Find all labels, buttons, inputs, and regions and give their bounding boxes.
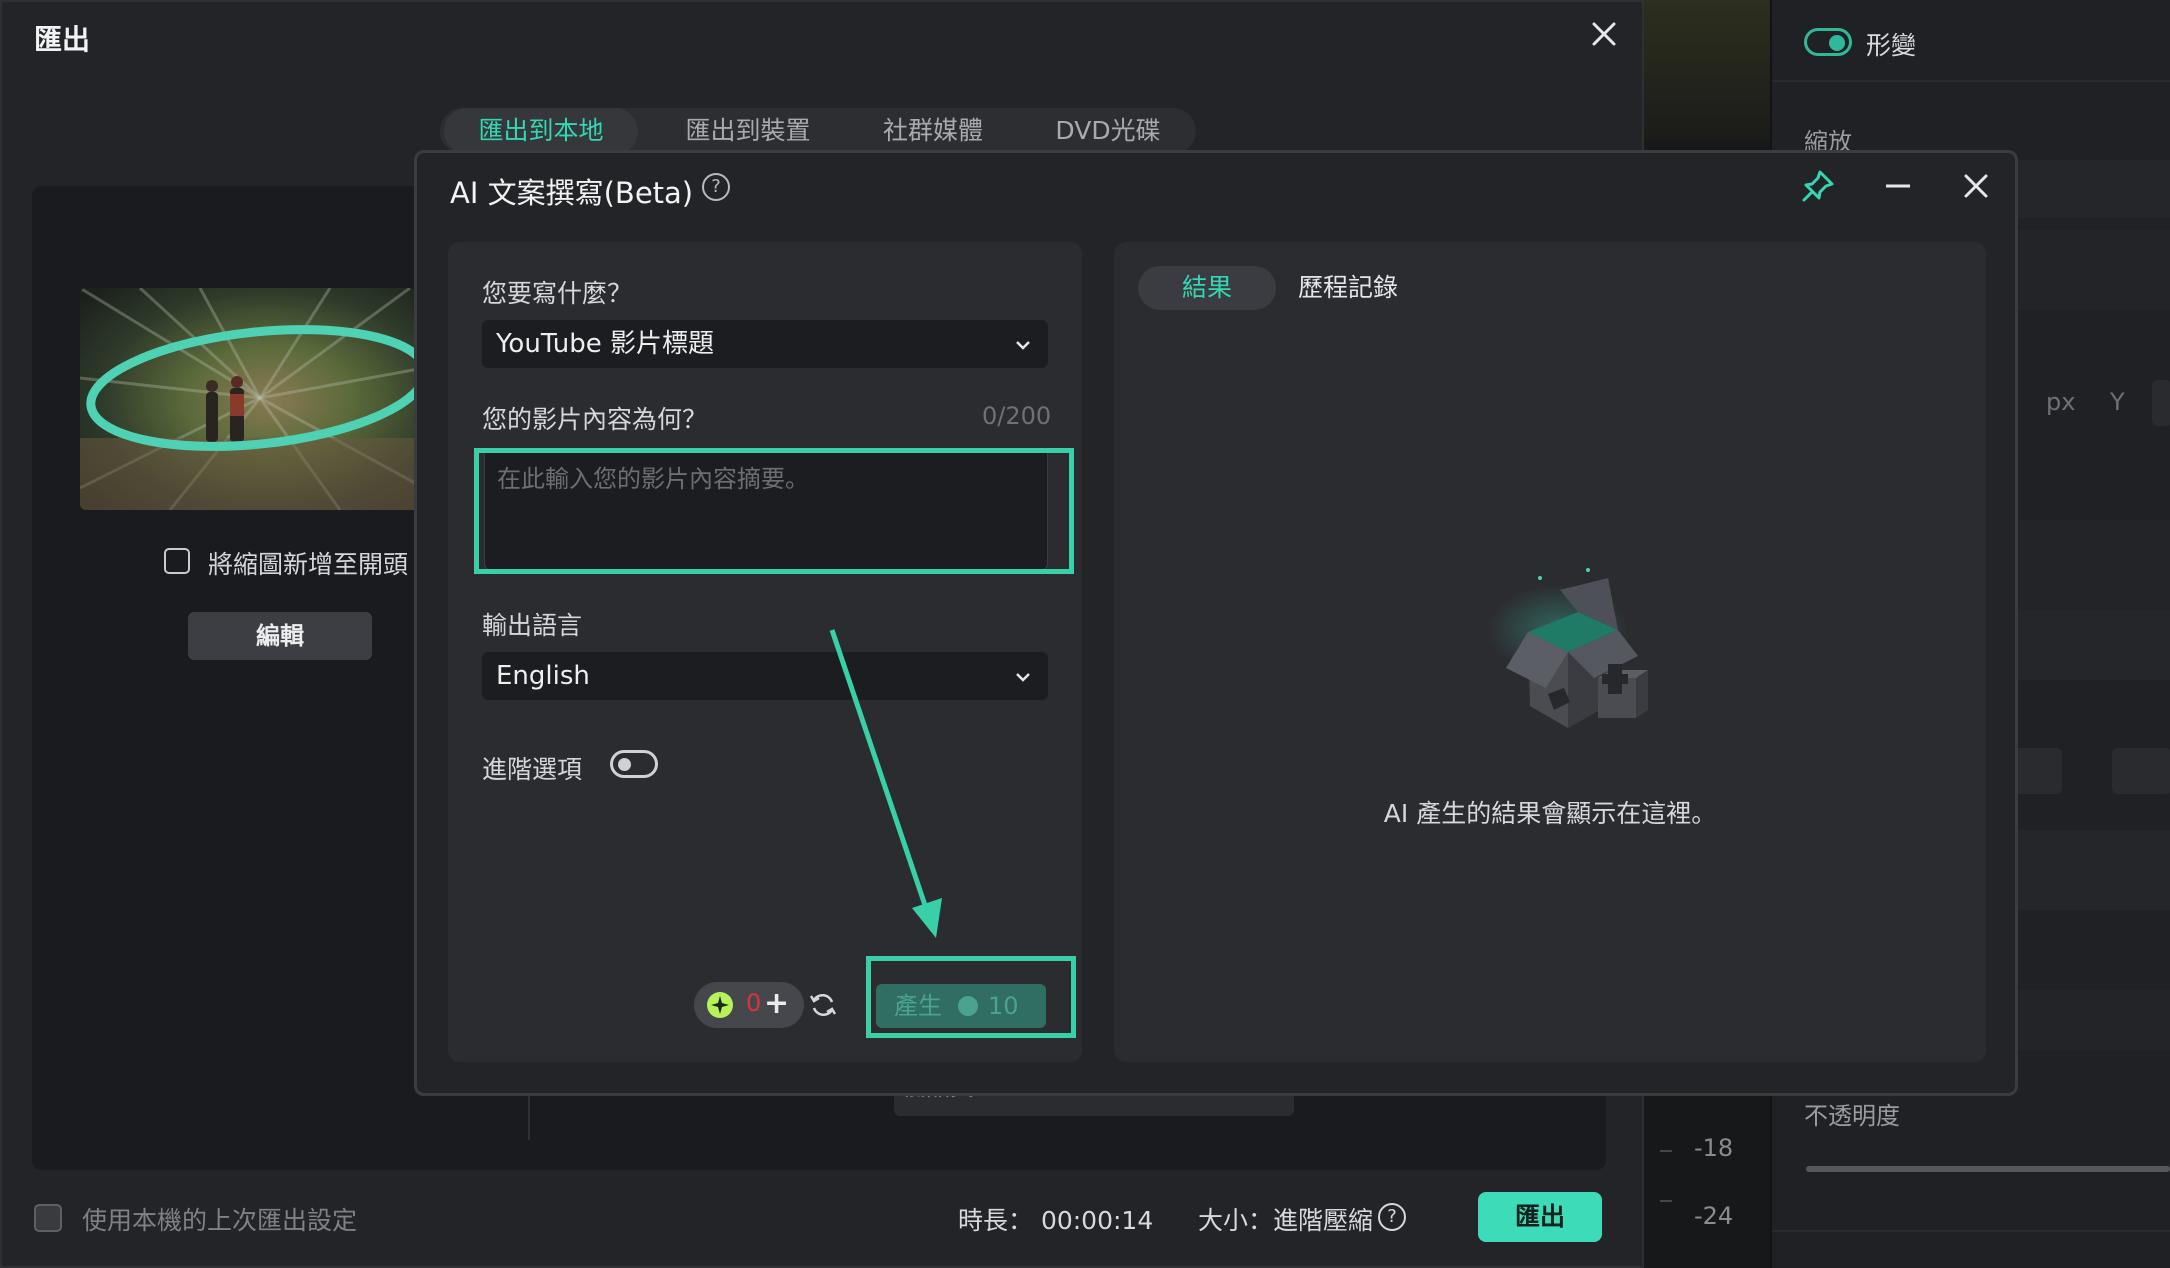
advanced-options-toggle[interactable] bbox=[610, 750, 658, 778]
property-button[interactable] bbox=[2112, 748, 2170, 794]
tab-result[interactable]: 結果 bbox=[1138, 266, 1276, 310]
video-content-label: 您的影片內容為何？ bbox=[482, 405, 708, 434]
audio-meter-ruler: -18 -24 bbox=[1660, 1090, 1760, 1268]
tab-export-local[interactable]: 匯出到本地 bbox=[444, 108, 638, 154]
pin-icon[interactable] bbox=[1800, 168, 1836, 204]
content-type-select[interactable]: YouTube 影片標題 bbox=[482, 320, 1048, 368]
ruler-label: -18 bbox=[1694, 1134, 1734, 1162]
ai-dialog-title: AI 文案撰寫(Beta) bbox=[450, 176, 694, 210]
output-language-value: English bbox=[496, 661, 590, 691]
use-last-settings-label: 使用本機的上次匯出設定 bbox=[82, 1206, 358, 1235]
highlight-box bbox=[474, 448, 1074, 574]
opacity-label: 不透明度 bbox=[1804, 1102, 1900, 1130]
content-type-value: YouTube 影片標題 bbox=[496, 329, 714, 359]
add-credit-icon[interactable]: + bbox=[764, 986, 789, 1021]
add-thumbnail-checkbox[interactable] bbox=[164, 548, 190, 574]
tab-dvd[interactable]: DVD光碟 bbox=[1024, 108, 1192, 154]
export-tabs: 匯出到本地 匯出到裝置 社群媒體 DVD光碟 bbox=[440, 108, 1196, 154]
what-to-write-label: 您要寫什麼？ bbox=[482, 279, 633, 308]
credit-icon bbox=[707, 992, 733, 1018]
export-button[interactable]: 匯出 bbox=[1478, 1192, 1602, 1242]
output-language-label: 輸出語言 bbox=[482, 611, 583, 640]
chevron-down-icon bbox=[1016, 673, 1030, 682]
size-text: 大小：進階壓縮 bbox=[1198, 1206, 1374, 1235]
tab-export-device[interactable]: 匯出到裝置 bbox=[650, 108, 846, 154]
use-last-settings-checkbox[interactable] bbox=[34, 1204, 62, 1232]
tab-social-media[interactable]: 社群媒體 bbox=[848, 108, 1018, 154]
property-field[interactable] bbox=[2152, 380, 2170, 426]
highlight-box bbox=[866, 956, 1076, 1038]
edit-thumbnail-button[interactable]: 編輯 bbox=[188, 612, 372, 660]
credit-count: 0 bbox=[746, 989, 762, 1017]
refresh-icon[interactable] bbox=[808, 990, 838, 1020]
size-help-icon[interactable]: ? bbox=[1378, 1203, 1406, 1231]
credit-balance[interactable]: 0 + bbox=[694, 982, 804, 1028]
advanced-options-label: 進階選項 bbox=[482, 755, 583, 784]
close-icon[interactable] bbox=[1958, 168, 1994, 204]
ruler-label: -24 bbox=[1694, 1202, 1734, 1230]
empty-result-text: AI 產生的結果會顯示在這裡。 bbox=[1383, 799, 1717, 828]
minimize-icon[interactable] bbox=[1880, 168, 1916, 204]
output-language-select[interactable]: English bbox=[482, 652, 1048, 700]
opacity-slider[interactable] bbox=[1806, 1166, 2170, 1172]
help-icon[interactable]: ? bbox=[702, 173, 730, 201]
video-thumbnail bbox=[80, 288, 424, 510]
char-counter: 0/200 bbox=[982, 402, 1052, 430]
morph-toggle[interactable] bbox=[1804, 28, 1852, 56]
morph-label: 形變 bbox=[1866, 31, 1917, 60]
y-axis-label: Y bbox=[2110, 388, 2125, 416]
chevron-down-icon bbox=[1016, 341, 1030, 350]
export-dialog-title: 匯出 bbox=[34, 23, 91, 56]
empty-box-icon bbox=[1448, 560, 1668, 760]
duration-text: 時長： 00:00:14 bbox=[958, 1206, 1154, 1235]
export-close-icon[interactable] bbox=[1586, 16, 1622, 52]
px-unit-label: px bbox=[2046, 388, 2076, 416]
tab-history[interactable]: 歷程記錄 bbox=[1298, 266, 1398, 310]
add-thumbnail-label: 將縮圖新增至開頭 bbox=[208, 550, 409, 579]
